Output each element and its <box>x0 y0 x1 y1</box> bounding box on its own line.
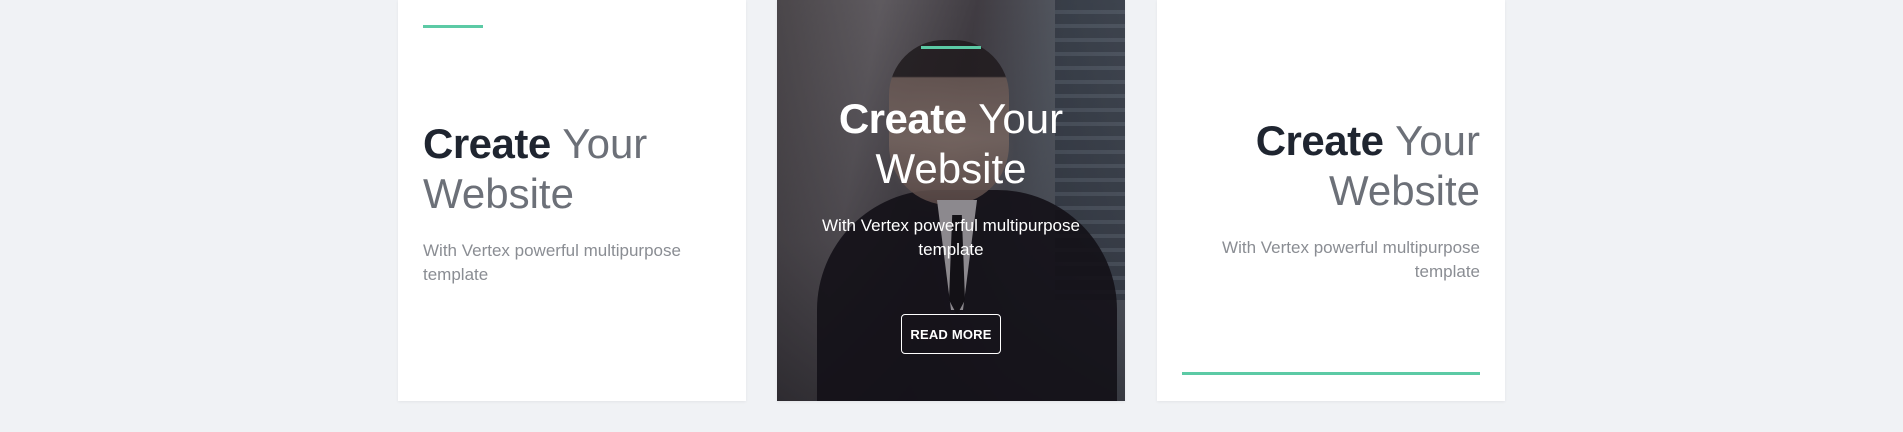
accent-line <box>921 46 981 49</box>
card-subtitle: With Vertex powerful multipurpose templa… <box>1222 238 1480 281</box>
read-more-button[interactable]: READ MORE <box>901 314 1001 354</box>
feature-card-center: Create Your Website With Vertex powerful… <box>777 0 1125 401</box>
card-title-bold: Create <box>423 120 551 167</box>
card-title-bold: Create <box>1255 117 1384 164</box>
card-title: Create Your Website <box>423 119 743 219</box>
card-subtitle: With Vertex powerful multipurpose templa… <box>423 241 681 284</box>
feature-card-left: Create Your Website With Vertex powerful… <box>398 0 746 401</box>
card-title-bold: Create <box>838 95 967 142</box>
card-subtitle: With Vertex powerful multipurpose templa… <box>822 216 1080 259</box>
accent-line <box>423 25 483 28</box>
card-title: Create Your Website <box>777 94 1125 194</box>
accent-line <box>1182 372 1480 375</box>
feature-card-right: Create Your Website With Vertex powerful… <box>1157 0 1505 401</box>
card-title: Create Your Website <box>1160 116 1480 216</box>
